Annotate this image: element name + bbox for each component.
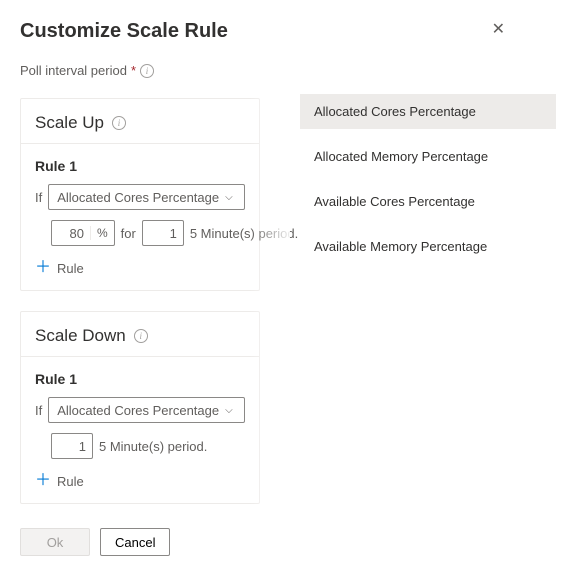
percent-label: % [90,226,114,240]
threshold-value[interactable] [52,226,90,241]
add-rule-label: Rule [57,261,84,276]
duration-suffix: 5 Minute(s) period. [99,439,207,454]
footer: Ok Cancel [0,524,571,572]
info-icon[interactable]: i [134,329,148,343]
dropdown-option[interactable]: Available Cores Percentage [300,184,556,219]
scale-up-title: Scale Up [35,113,104,133]
metric-dropdown[interactable]: Allocated Cores Percentage ⌵ [48,397,245,423]
chevron-down-icon: ⌵ [225,405,233,416]
cancel-button[interactable]: Cancel [100,528,170,556]
if-label: If [35,403,42,418]
add-rule-button[interactable]: ＋ Rule [35,473,245,489]
scale-down-rule-title: Rule 1 [35,371,245,387]
scale-up-section: Scale Up i Rule 1 If Allocated Cores Per… [20,98,260,291]
close-icon: ✕ [492,21,505,38]
metric-dropdown[interactable]: Allocated Cores Percentage ⌵ [48,184,245,210]
info-icon[interactable]: i [140,64,154,78]
close-button[interactable]: ✕ [486,20,511,40]
if-label: If [35,190,42,205]
dropdown-option[interactable]: Allocated Cores Percentage [300,94,556,129]
dropdown-option[interactable]: Allocated Memory Percentage [300,139,556,174]
scale-down-section: Scale Down i Rule 1 If Allocated Cores P… [20,311,260,504]
add-rule-button[interactable]: ＋ Rule [35,260,245,276]
duration-input[interactable] [51,433,93,459]
page-title: Customize Scale Rule [20,20,228,43]
ok-button[interactable]: Ok [20,528,90,556]
dropdown-option[interactable]: Available Memory Percentage [300,229,556,264]
add-rule-label: Rule [57,474,84,489]
poll-interval-label: Poll interval period * i [20,63,260,78]
for-label: for [121,226,136,241]
poll-interval-text: Poll interval period [20,63,127,78]
chevron-down-icon: ⌵ [225,192,233,203]
scale-down-header: Scale Down i [21,312,259,357]
plus-icon: ＋ [35,473,51,489]
scale-down-title: Scale Down [35,326,126,346]
info-icon[interactable]: i [112,116,126,130]
scale-up-rule-title: Rule 1 [35,158,245,174]
plus-icon: ＋ [35,260,51,276]
metric-dropdown-menu: Allocated Cores Percentage Allocated Mem… [300,94,556,274]
duration-input[interactable] [142,220,184,246]
dropdown-value: Allocated Cores Percentage [57,190,219,205]
required-asterisk: * [131,63,136,78]
threshold-input[interactable]: % [51,220,115,246]
duration-suffix: 5 Minute(s) period. [190,226,298,241]
dropdown-value: Allocated Cores Percentage [57,403,219,418]
scale-up-header: Scale Up i [21,99,259,144]
